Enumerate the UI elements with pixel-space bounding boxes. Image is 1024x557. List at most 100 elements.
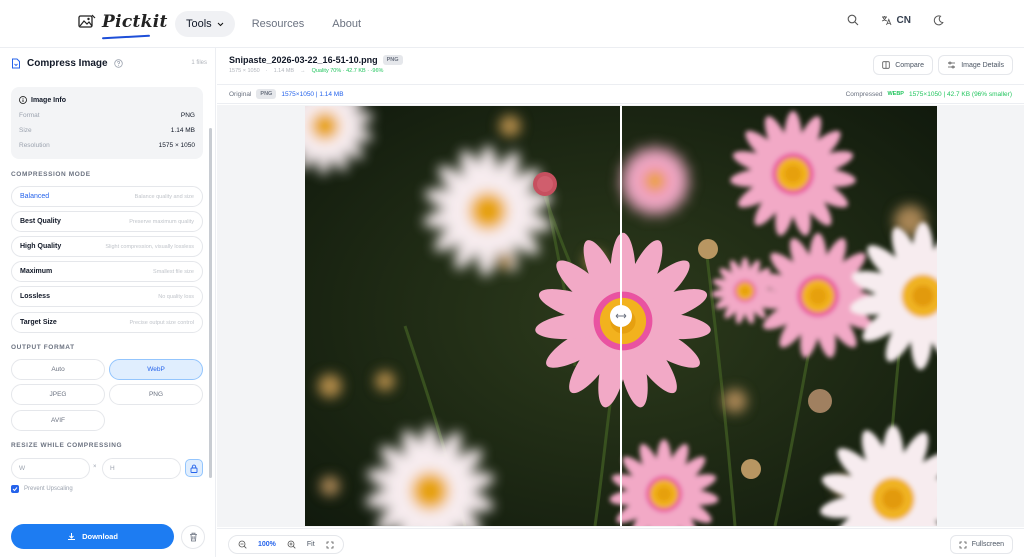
file-name: Snipaste_2026-03-22_16-51-10.png: [229, 55, 378, 65]
format-webp[interactable]: WebP: [109, 359, 203, 380]
download-icon: [68, 533, 76, 540]
logo-text: Pictkit: [102, 12, 168, 32]
language-switch[interactable]: CN: [881, 15, 911, 26]
info-resolution-value: 1575 × 1050: [158, 142, 195, 149]
comparison-image[interactable]: [305, 106, 937, 526]
info-size-label: Size: [19, 127, 32, 134]
logo-icon: [78, 14, 96, 28]
image-info-title: Image Info: [19, 96, 66, 104]
mode-name: Maximum: [20, 268, 53, 275]
format-avif[interactable]: AVIF: [11, 410, 105, 431]
height-input[interactable]: H: [102, 458, 181, 479]
theme-toggle[interactable]: [933, 14, 944, 26]
file-count: 1 files: [191, 60, 207, 66]
info-format-label: Format: [19, 112, 40, 119]
moon-icon: [933, 14, 944, 25]
zoom-out-icon[interactable]: [238, 540, 247, 549]
output-format-label: OUTPUT FORMAT: [11, 344, 75, 351]
translate-icon: [881, 15, 891, 25]
meta-resolution: 1575 × 1050: [229, 68, 260, 74]
aspect-lock-button[interactable]: [185, 459, 203, 477]
sidebar-scrollbar[interactable]: [209, 128, 212, 478]
mode-desc: No quality loss: [158, 293, 194, 300]
compression-mode-label: COMPRESSION MODE: [11, 171, 91, 178]
trash-icon: [189, 532, 197, 542]
original-label: Original: [229, 90, 252, 98]
compress-file-icon: [12, 58, 20, 68]
file-format-badge: PNG: [382, 55, 403, 65]
width-input[interactable]: W: [11, 458, 90, 479]
mode-lossless[interactable]: Lossless No quality loss: [11, 286, 203, 307]
mode-name: Target Size: [20, 319, 57, 326]
mode-balanced[interactable]: Balanced Balance quality and size: [11, 186, 203, 207]
original-format-badge: PNG: [256, 89, 277, 99]
checkbox-checked-icon[interactable]: [11, 485, 19, 493]
preview-canvas[interactable]: [217, 105, 1024, 527]
mode-best-quality[interactable]: Best Quality Preserve maximum quality: [11, 211, 203, 232]
meta-size: 1.14 MB: [273, 68, 295, 74]
zoom-in-icon[interactable]: [287, 540, 296, 549]
mode-name: Lossless: [20, 293, 50, 300]
delete-button[interactable]: [181, 525, 205, 549]
top-navigation-bar: Pictkit Tools Resources About CN: [0, 0, 1024, 48]
image-details-button[interactable]: Image Details: [938, 55, 1013, 75]
meta-result: Quality 70% · 42.7 KB · -96%: [311, 68, 384, 74]
format-auto[interactable]: Auto: [11, 359, 105, 380]
sidebar-scroll-area[interactable]: Compress Image 1 files Image Info Format…: [0, 48, 216, 508]
sidebar-title: Compress Image: [27, 57, 108, 69]
fullscreen-icon: [959, 541, 967, 548]
info-format-value: PNG: [180, 112, 195, 119]
sliders-icon: [948, 61, 956, 69]
preview-toolbar: 100% Fit Fullscreen: [217, 528, 1024, 557]
compressed-label: Compressed: [845, 90, 883, 98]
search-icon: [847, 14, 858, 26]
mode-desc: Smallest file size: [153, 268, 194, 275]
compare-button[interactable]: Compare: [873, 55, 933, 75]
mode-maximum[interactable]: Maximum Smallest file size: [11, 261, 203, 282]
logo-underline: [101, 34, 151, 40]
compressed-format-badge: WEBP: [887, 91, 904, 97]
original-info: Original PNG 1575×1050 | 1.14 MB: [229, 89, 344, 99]
flower-photo: [305, 106, 937, 526]
file-meta: 1575 × 1050 · 1.14 MB → Quality 70% · 42…: [229, 68, 383, 74]
help-icon[interactable]: [113, 58, 123, 68]
mode-name: High Quality: [20, 243, 62, 250]
fullscreen-button[interactable]: Fullscreen: [949, 535, 1013, 554]
fit-button[interactable]: Fit: [307, 541, 315, 548]
meta-separator: ·: [265, 68, 268, 74]
resize-label: RESIZE WHILE COMPRESSING: [11, 442, 123, 449]
info-resolution-label: Resolution: [19, 142, 50, 149]
mode-target-size[interactable]: Target Size Precise output size control: [11, 312, 203, 333]
info-row-size: Size 1.14 MB: [19, 127, 195, 134]
top-right-actions: CN: [847, 14, 944, 26]
format-png[interactable]: PNG: [109, 384, 203, 405]
logo[interactable]: Pictkit: [78, 12, 168, 40]
compare-info-bar: Original PNG 1575×1050 | 1.14 MB Compres…: [217, 84, 1024, 104]
compressed-info: Compressed WEBP 1575×1050 | 42.7 KB (96%…: [846, 91, 1012, 98]
expand-icon[interactable]: [326, 541, 334, 549]
image-info-card: Image Info Format PNG Size 1.14 MB Resol…: [11, 87, 203, 159]
file-name-row: Snipaste_2026-03-22_16-51-10.png PNG: [229, 55, 403, 65]
language-label: CN: [896, 14, 911, 26]
format-jpeg[interactable]: JPEG: [11, 384, 105, 405]
info-row-format: Format PNG: [19, 112, 195, 119]
prevent-upscaling[interactable]: Prevent Upscaling: [11, 485, 73, 493]
download-label: Download: [82, 532, 118, 541]
nav-resources[interactable]: Resources: [241, 11, 316, 37]
fullscreen-label: Fullscreen: [971, 541, 1004, 548]
lock-icon: [190, 464, 198, 473]
main-nav: Tools Resources About: [175, 11, 372, 37]
download-button[interactable]: Download: [11, 524, 174, 549]
nav-tools-label: Tools: [186, 18, 212, 30]
nav-tools[interactable]: Tools: [175, 11, 235, 37]
info-row-resolution: Resolution 1575 × 1050: [19, 142, 195, 149]
mode-desc: Balance quality and size: [134, 193, 194, 200]
zoom-controls: 100% Fit: [228, 535, 344, 554]
search-button[interactable]: [847, 14, 859, 26]
compare-label: Compare: [895, 61, 924, 69]
nav-about[interactable]: About: [321, 11, 372, 37]
sidebar: Compress Image 1 files Image Info Format…: [0, 48, 216, 557]
mode-high-quality[interactable]: High Quality Slight compression, visuall…: [11, 236, 203, 257]
meta-arrow: →: [300, 68, 306, 74]
info-size-value: 1.14 MB: [170, 127, 195, 134]
